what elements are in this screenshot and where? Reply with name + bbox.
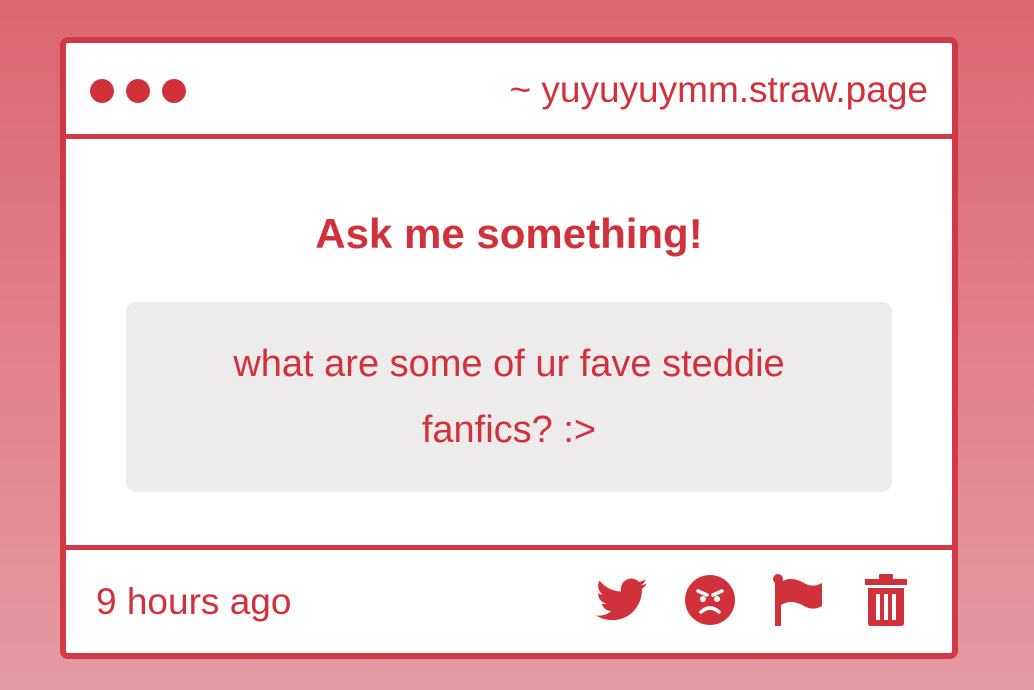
card-footer: 9 hours ago [66, 545, 952, 653]
page-url[interactable]: ~ yuyuyuymm.straw.page [510, 67, 929, 113]
question-text: what are some of ur fave steddie fanfics… [233, 343, 785, 451]
flag-icon [773, 574, 822, 626]
window-dot-icon [90, 79, 114, 103]
page-title: Ask me something! [315, 210, 703, 257]
window-dot-icon [162, 79, 186, 103]
angry-react-button[interactable] [684, 574, 736, 626]
question-box: what are some of ur fave steddie fanfics… [126, 302, 892, 492]
twitter-share-button[interactable] [596, 574, 648, 626]
report-button[interactable] [772, 574, 824, 626]
action-bar [596, 572, 912, 628]
angry-face-icon [685, 575, 735, 625]
card-content: Ask me something! what are some of ur fa… [66, 139, 952, 551]
window-titlebar: ~ yuyuyuymm.straw.page [66, 43, 952, 139]
ask-card: ~ yuyuyuymm.straw.page Ask me something!… [60, 37, 958, 659]
window-dot-icon [126, 79, 150, 103]
trash-icon [865, 574, 907, 626]
twitter-bird-icon [596, 578, 648, 621]
delete-button[interactable] [860, 574, 912, 626]
timestamp: 9 hours ago [96, 581, 292, 622]
